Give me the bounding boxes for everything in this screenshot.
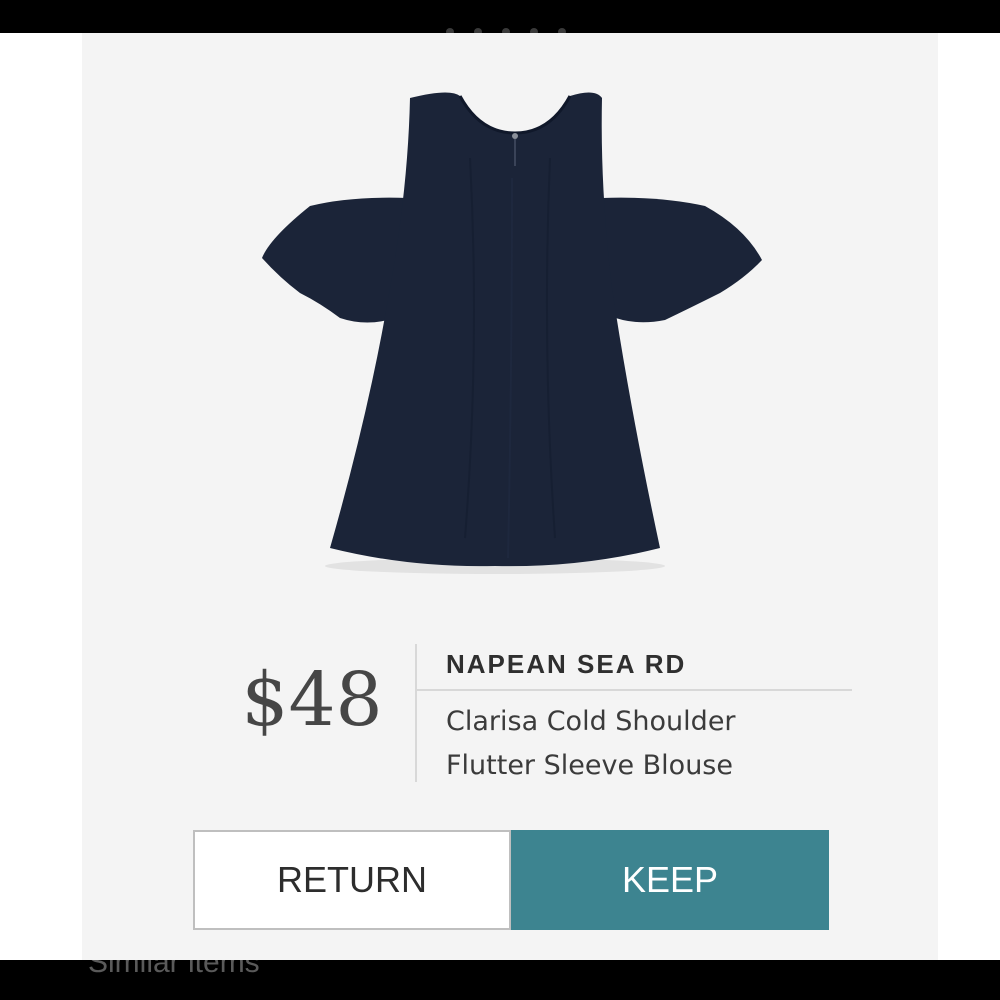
item-name: Clarisa Cold Shoulder Flutter Sleeve Blo… — [446, 700, 846, 790]
keep-button[interactable]: KEEP — [511, 830, 829, 930]
neck-button-icon — [512, 133, 518, 139]
price: $48 — [241, 657, 383, 743]
left-sleeve-shape — [262, 197, 409, 323]
bottom-bar: Similar items — [0, 960, 1000, 1000]
right-sleeve-shape — [601, 197, 762, 323]
return-button[interactable]: RETURN — [193, 830, 511, 930]
brand-name: NAPEAN SEA RD — [446, 649, 687, 679]
product-image — [262, 92, 762, 574]
horizontal-divider — [417, 689, 852, 691]
item-name-line-2: Flutter Sleeve Blouse — [446, 750, 733, 781]
top-bar — [0, 0, 1000, 36]
blouse-body-shape — [330, 92, 660, 567]
item-name-line-1: Clarisa Cold Shoulder — [446, 706, 736, 737]
screenshot-frame: $48 NAPEAN SEA RD Clarisa Cold Shoulder … — [0, 0, 1000, 1000]
vertical-divider — [415, 644, 417, 782]
similar-items-label[interactable]: Similar items — [88, 960, 260, 980]
